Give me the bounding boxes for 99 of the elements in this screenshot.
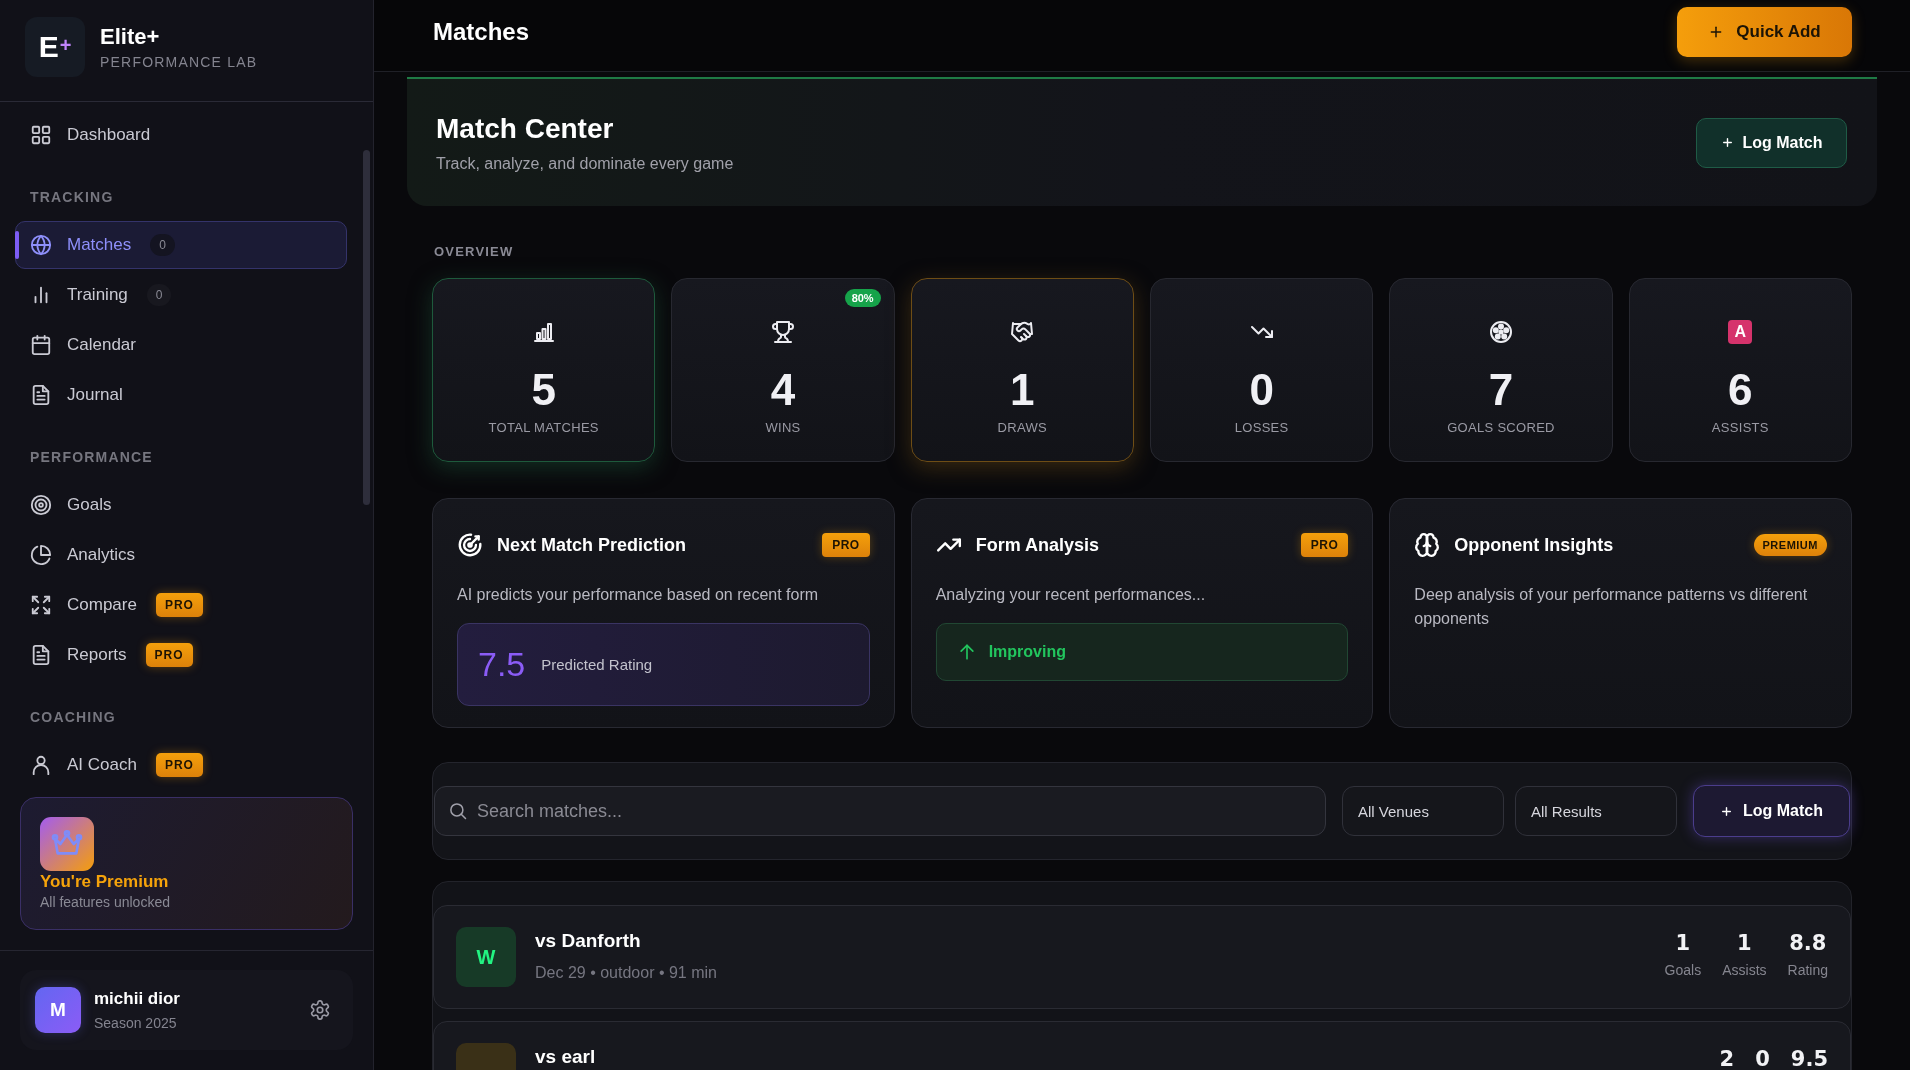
logo: E+: [25, 16, 85, 77]
nav-item[interactable]: Dashboard: [15, 111, 347, 159]
letter-tile-icon: A: [1728, 320, 1753, 344]
pro-badge: PRO: [155, 593, 203, 617]
hero-subtitle: Track, analyze, and dominate every game: [436, 154, 734, 173]
match-row[interactable]: vs earl 2 0 9.5: [433, 1021, 1851, 1070]
user-subtitle: Season 2025: [94, 1015, 178, 1031]
pro-badge: PRO: [155, 753, 203, 777]
user-card[interactable]: M michii dior Season 2025: [20, 970, 353, 1050]
match-stat-value: 1: [1675, 930, 1691, 956]
rating-label: Predicted Rating: [541, 656, 653, 673]
stat-label: LOSSES: [1234, 420, 1289, 436]
stat-value: 4: [770, 365, 796, 415]
match-stat-label: Assists: [1722, 962, 1767, 978]
filter-dropdown[interactable]: All Results: [1515, 786, 1677, 836]
stat-label: GOALS SCORED: [1447, 420, 1555, 436]
rating-value: 7.5: [478, 645, 526, 684]
log-match-button[interactable]: Log Match: [1696, 117, 1847, 168]
section-label: TRACKING: [29, 188, 115, 207]
nav-item[interactable]: Compare PRO: [15, 581, 347, 629]
handshake-icon: [1010, 320, 1035, 344]
plus-icon: [1720, 804, 1733, 818]
section-label: OVERVIEW: [433, 244, 515, 260]
target-icon: [30, 494, 52, 516]
nav-item[interactable]: Training 0: [15, 271, 347, 319]
brand-tagline: PERFORMANCE LAB: [100, 53, 258, 70]
section-label: PERFORMANCE: [29, 448, 154, 467]
user-name: michii dior: [94, 989, 180, 1009]
stat-label: ASSISTS: [1711, 420, 1769, 436]
calendar-icon: [30, 334, 52, 356]
person-icon: [30, 754, 52, 776]
stat-label: TOTAL MATCHES: [488, 420, 599, 436]
stat-value: 5: [531, 365, 556, 415]
result-badge: W: [456, 927, 516, 987]
nav-item[interactable]: Analytics: [15, 531, 347, 579]
scrollbar[interactable]: [363, 150, 370, 505]
section-label: COACHING: [29, 708, 117, 727]
nav-item[interactable]: AI Coach PRO: [15, 741, 347, 787]
card-description: Analyzing your recent performances...: [935, 585, 1207, 605]
search-field[interactable]: Search matches...: [434, 786, 1326, 836]
grid-icon: [30, 124, 52, 146]
nav-item[interactable]: Reports PRO: [15, 631, 347, 679]
target-arrow-icon: [457, 532, 483, 558]
count-badge: 0: [150, 234, 175, 256]
globe-icon: [30, 234, 52, 256]
brain-icon: [1414, 532, 1441, 558]
premium-title: You're Premium: [40, 872, 170, 892]
card-title: Next Match Prediction: [497, 534, 687, 556]
premium-subtitle: All features unlocked: [40, 894, 171, 910]
count-badge: 0: [146, 284, 172, 306]
card-title: Opponent Insights: [1454, 534, 1614, 556]
stat-value: 0: [1249, 365, 1274, 415]
stat-label: WINS: [765, 420, 801, 436]
match-title: vs Danforth: [535, 930, 642, 952]
match-title: vs earl: [535, 1046, 596, 1068]
page-title: Matches: [433, 17, 530, 47]
expand-icon: [30, 594, 52, 616]
match-stat-value: 8.8: [1789, 930, 1827, 956]
crown-icon: [40, 817, 94, 871]
match-stat-value: 1: [1737, 930, 1752, 956]
percentage-badge: 80%: [844, 289, 881, 307]
bar-chart-icon: [531, 320, 556, 344]
match-stat-label: Goals: [1664, 962, 1702, 978]
match-stat-value: 9.5: [1790, 1046, 1828, 1070]
match-row[interactable]: W vs Danforth Dec 29 • outdoor • 91 min 1 Goals 1 Assists 8.8 Rating: [433, 905, 1851, 1009]
nav-item[interactable]: Journal: [15, 371, 347, 419]
tier-badge: PREMIUM: [1753, 534, 1827, 556]
hero-title: Match Center: [436, 112, 615, 145]
nav-item[interactable]: Calendar: [15, 321, 347, 369]
match-meta: Dec 29 • outdoor • 91 min: [535, 963, 717, 983]
match-stat-label: Rating: [1787, 962, 1828, 978]
filter-dropdown[interactable]: All Venues: [1342, 786, 1504, 836]
search-icon: [449, 802, 467, 820]
trend-label: Improving: [988, 643, 1066, 661]
card-description: AI predicts your performance based on recent form: [457, 585, 820, 605]
stat-value: 7: [1488, 365, 1514, 415]
nav-item[interactable]: Matches 0: [15, 221, 347, 269]
brand-name: Elite+: [100, 23, 161, 50]
quick-add-button[interactable]: Quick Add: [1677, 7, 1852, 57]
tier-badge: PRO: [1300, 533, 1349, 557]
trophy-icon: [771, 320, 795, 344]
plus-icon: [1720, 136, 1734, 149]
match-stat-value: 2: [1719, 1046, 1735, 1070]
pro-badge: PRO: [145, 643, 193, 667]
stat-value: 6: [1728, 365, 1753, 415]
card-description: Deep analysis of your performance patterns vs different opponents: [1414, 585, 1809, 629]
card-title: Form Analysis: [975, 534, 1100, 556]
log-match-button[interactable]: Log Match: [1693, 785, 1850, 837]
stat-value: 1: [1010, 365, 1035, 415]
pie-chart-icon: [30, 544, 52, 566]
tier-badge: PRO: [822, 533, 870, 557]
nav-item[interactable]: Goals: [15, 481, 347, 529]
ball-icon: [1489, 320, 1513, 344]
stat-label: DRAWS: [997, 420, 1047, 436]
avatar: M: [35, 987, 81, 1033]
match-stat-value: 0: [1755, 1046, 1770, 1070]
settings-icon[interactable]: [309, 999, 331, 1021]
document-icon: [30, 384, 52, 406]
document-icon: [30, 644, 52, 666]
